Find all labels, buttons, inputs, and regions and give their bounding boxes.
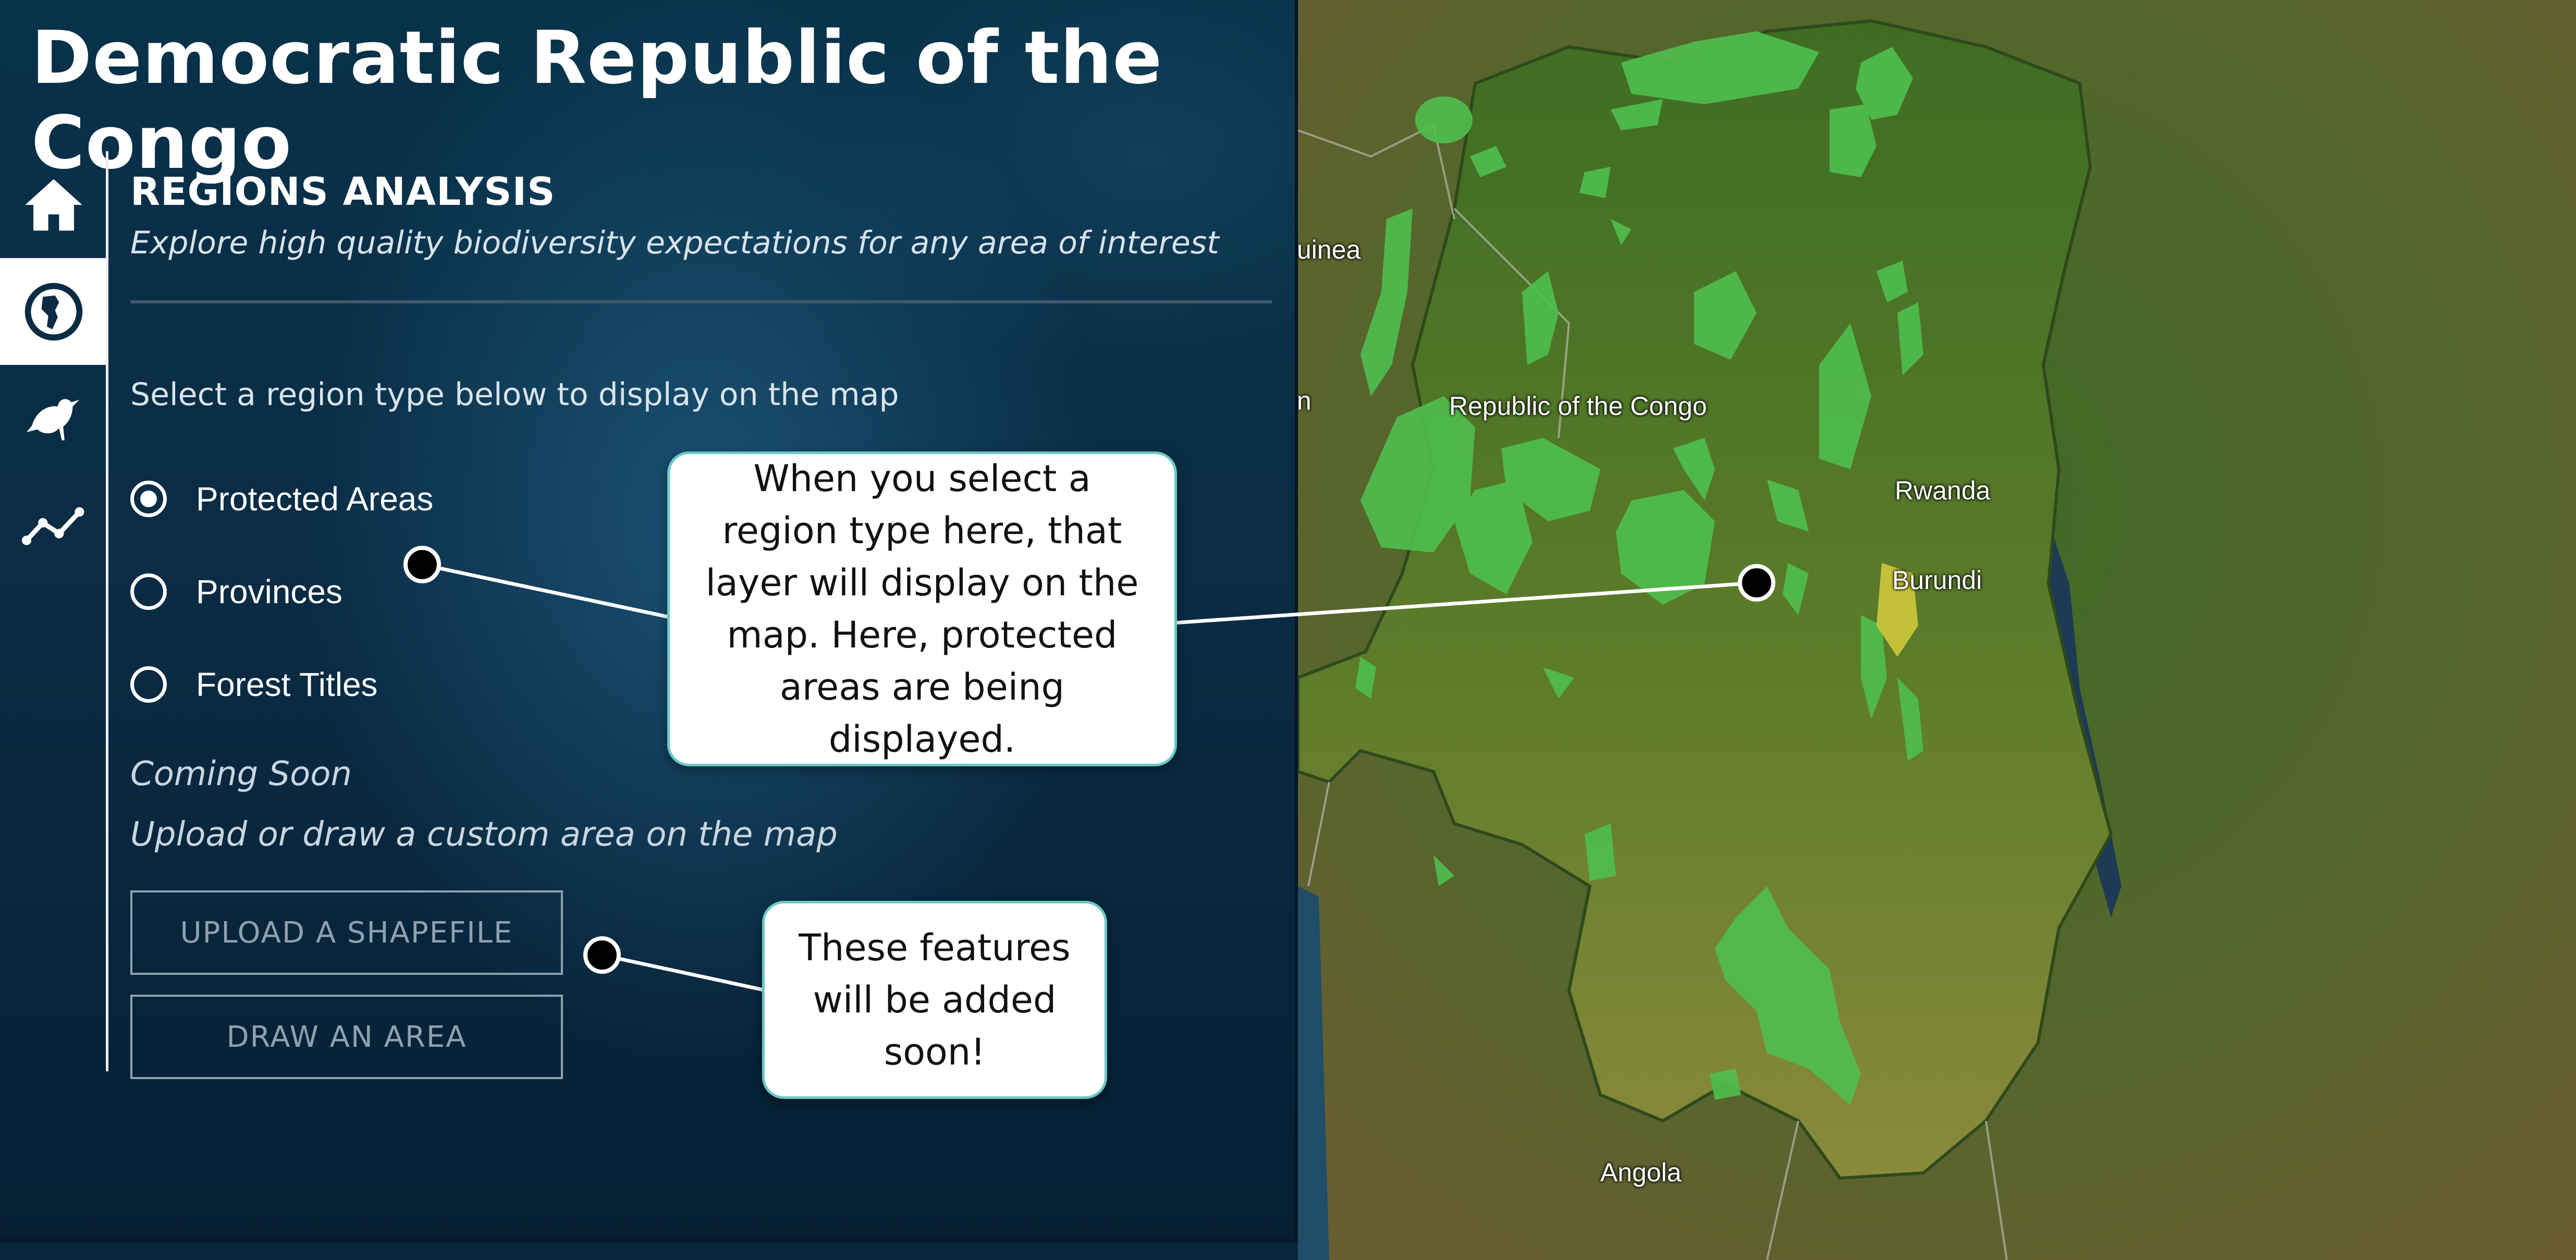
radio-button[interactable] (130, 666, 167, 703)
custom-area-label: Upload or draw a custom area on the map (130, 815, 838, 854)
map-view[interactable]: uinea n Republic of the Congo Rwanda Bur… (1297, 0, 2576, 1260)
sidebar-nav (0, 151, 107, 579)
sidebar-item-regions[interactable] (0, 258, 107, 365)
section-divider (130, 300, 1272, 303)
section-subtitle: Explore high quality biodiversity expect… (130, 225, 1219, 261)
satellite-map (1298, 0, 2576, 1260)
radio-button[interactable] (130, 573, 167, 610)
upload-shapefile-button[interactable]: UPLOAD A SHAPEFILE (130, 890, 563, 975)
home-icon (24, 179, 82, 230)
sidebar-divider (106, 151, 108, 1071)
map-label-partial: n (1297, 386, 1311, 415)
map-label-guinea: uinea (1297, 235, 1361, 264)
draw-area-button[interactable]: DRAW AN AREA (130, 995, 563, 1079)
sidebar-item-trends[interactable] (0, 472, 107, 579)
trend-line-icon (21, 507, 84, 545)
map-label-angola: Angola (1600, 1158, 1682, 1187)
map-label-republic-of-the-congo: Republic of the Congo (1449, 392, 1707, 421)
section-title: REGIONS ANALYSIS (130, 169, 556, 214)
bird-icon (26, 399, 79, 441)
map-label-burundi: Burundi (1892, 566, 1982, 595)
radio-label: Protected Areas (196, 480, 434, 518)
callout-region-type: When you select a region type here, that… (667, 451, 1177, 766)
sidebar-item-home[interactable] (0, 151, 107, 258)
radio-button[interactable] (130, 481, 167, 517)
region-type-instruction: Select a region type below to display on… (130, 376, 899, 413)
globe-region-icon (24, 283, 82, 340)
sidebar-item-species[interactable] (0, 365, 107, 472)
callout-coming-features: These features will be added soon! (762, 901, 1107, 1099)
radio-label: Provinces (196, 573, 342, 610)
map-label-rwanda: Rwanda (1895, 476, 1991, 505)
radio-label: Forest Titles (196, 666, 378, 703)
